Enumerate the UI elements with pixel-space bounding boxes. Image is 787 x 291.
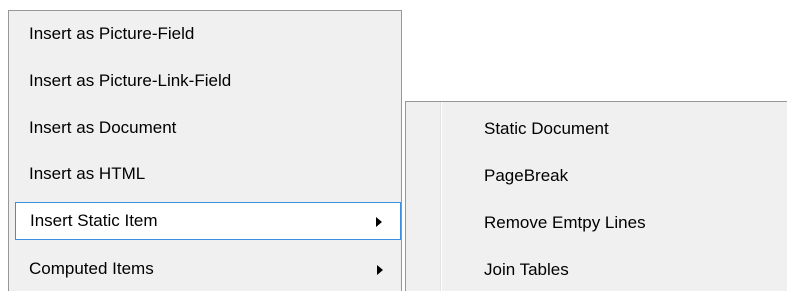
context-menu: Insert as Picture-Field Insert as Pictur…	[8, 10, 402, 291]
menu-item-insert-as-html[interactable]: Insert as HTML	[15, 155, 401, 193]
submenu-item-static-document[interactable]: Static Document	[446, 110, 782, 148]
submenu-item-label: Static Document	[484, 119, 609, 138]
menu-item-computed-items[interactable]: Computed Items	[15, 250, 401, 288]
submenu-item-pagebreak[interactable]: PageBreak	[446, 157, 782, 195]
menu-item-insert-as-picture-link-field[interactable]: Insert as Picture-Link-Field	[15, 62, 401, 100]
screen: Insert as Picture-Field Insert as Pictur…	[0, 0, 787, 291]
menu-item-insert-static-item[interactable]: Insert Static Item	[15, 202, 401, 240]
menu-item-insert-as-document[interactable]: Insert as Document	[15, 109, 401, 147]
submenu-insert-static-item: Static Document PageBreak Remove Emtpy L…	[405, 101, 787, 291]
menu-item-label: Insert Static Item	[30, 211, 158, 230]
menu-item-insert-as-picture-field[interactable]: Insert as Picture-Field	[15, 15, 401, 53]
chevron-right-icon	[377, 265, 383, 275]
menu-item-label: Insert as Document	[29, 118, 177, 137]
submenu-item-remove-empty-lines[interactable]: Remove Emtpy Lines	[446, 204, 782, 242]
submenu-icon-gutter	[406, 102, 440, 291]
submenu-item-label: Join Tables	[484, 260, 569, 279]
chevron-right-icon	[376, 217, 382, 227]
submenu-gutter-divider-highlight	[441, 102, 442, 291]
menu-item-label: Insert as Picture-Link-Field	[29, 71, 232, 90]
submenu-item-label: PageBreak	[484, 166, 569, 185]
submenu-item-label: Remove Emtpy Lines	[484, 213, 646, 232]
menu-item-label: Insert as HTML	[29, 164, 146, 183]
menu-item-label: Insert as Picture-Field	[29, 24, 195, 43]
submenu-item-join-tables[interactable]: Join Tables	[446, 251, 782, 289]
menu-item-label: Computed Items	[29, 259, 154, 278]
